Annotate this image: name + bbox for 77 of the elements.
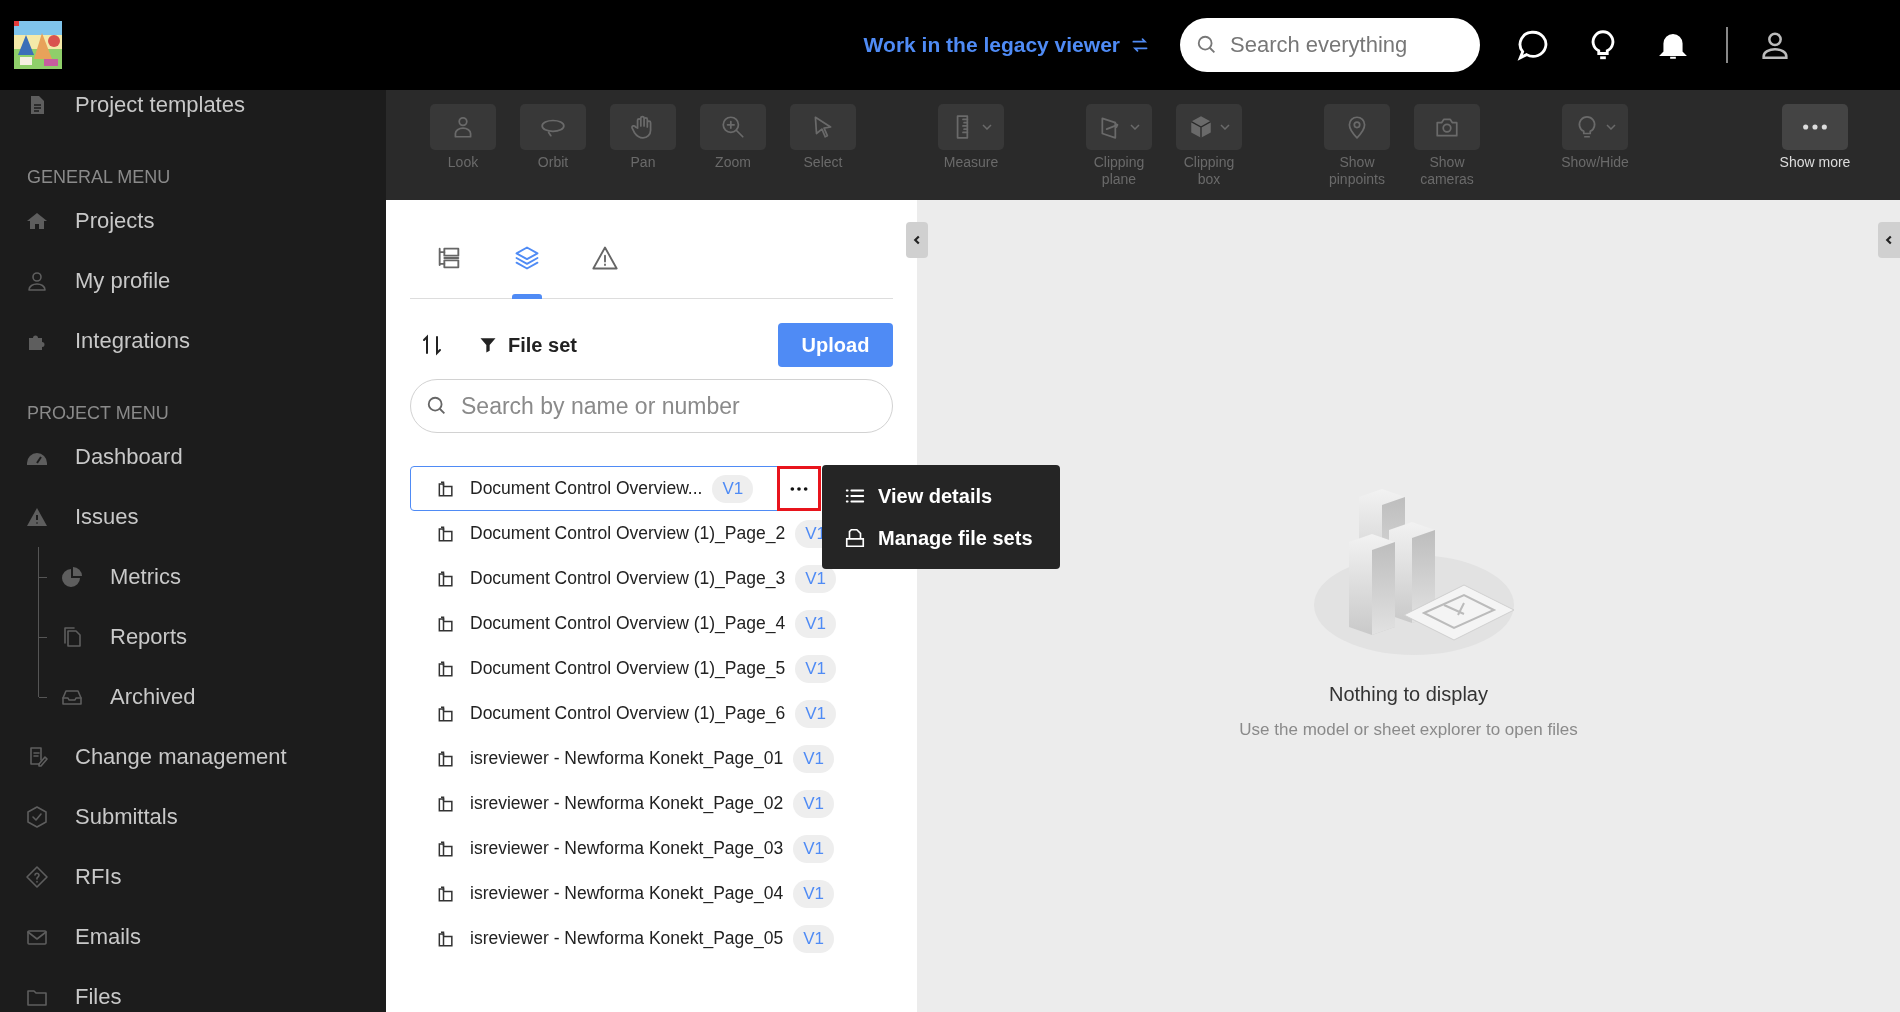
file-name: Document Control Overview (1)_Page_5 (470, 658, 786, 679)
sidebar-item[interactable]: Archived (0, 667, 386, 727)
file-row[interactable]: Document Control Overview... V1 (410, 466, 821, 511)
sidebar-item[interactable]: My profile (0, 251, 386, 311)
file-name: isreviewer - Newforma Konekt_Page_02 (470, 793, 784, 814)
search-icon (1196, 34, 1218, 56)
file-row[interactable]: Document Control Overview (1)_Page_4 V1 (410, 601, 893, 646)
file-row[interactable]: isreviewer - Newforma Konekt_Page_03 V1 (410, 826, 893, 871)
search-icon (426, 395, 448, 417)
file-name: isreviewer - Newforma Konekt_Page_01 (470, 748, 784, 769)
file-name: Document Control Overview (1)_Page_2 (470, 523, 786, 544)
zoom-in-icon (720, 114, 746, 140)
person-icon (25, 269, 49, 293)
file-name: isreviewer - Newforma Konekt_Page_03 (470, 838, 784, 859)
collapse-button[interactable] (1878, 222, 1900, 258)
file-name: Document Control Overview (1)_Page_6 (470, 703, 786, 724)
shield-check-icon (25, 805, 49, 829)
sidebar-item[interactable]: Issues (0, 487, 386, 547)
diamond-question-icon (25, 865, 49, 889)
sort-icon[interactable] (420, 333, 444, 357)
file-row[interactable]: isreviewer - Newforma Konekt_Page_02 V1 (410, 781, 893, 826)
file-name: Document Control Overview (1)_Page_4 (470, 613, 786, 634)
cube-icon (1188, 114, 1214, 140)
caret-icon (1130, 124, 1140, 130)
empty-message: Use the model or sheet explorer to open files (1239, 720, 1578, 740)
sidebar-item[interactable]: RFIs (0, 847, 386, 907)
sidebar-item[interactable]: Submittals (0, 787, 386, 847)
menu-item[interactable]: View details (822, 475, 1060, 517)
sidebar-item[interactable]: Files (0, 967, 386, 1012)
sidebar-item[interactable]: Reports (0, 607, 386, 667)
filter-icon (478, 335, 498, 355)
filter-button[interactable]: File set (472, 332, 583, 358)
menu-heading: GENERAL MENU (26, 166, 172, 189)
empty-title: Nothing to display (1329, 683, 1488, 706)
version-badge: V1 (793, 924, 834, 953)
ellipsis-icon (1801, 122, 1829, 132)
sidebar-item[interactable]: Project templates (0, 90, 386, 135)
file-row[interactable]: isreviewer - Newforma Konekt_Page_04 V1 (410, 871, 893, 916)
legacy-viewer-link[interactable]: Work in the legacy viewer (863, 33, 1150, 57)
version-badge: V1 (712, 474, 754, 503)
chat-icon[interactable] (1516, 28, 1550, 62)
version-badge: V1 (795, 609, 836, 638)
version-badge: V1 (795, 564, 836, 593)
warning-icon (591, 244, 619, 272)
version-badge: V1 (795, 654, 836, 683)
layers-icon (513, 244, 541, 272)
sidebar-item[interactable]: Change management (0, 727, 386, 787)
sidebar-item[interactable]: Emails (0, 907, 386, 967)
caret-icon (982, 124, 992, 130)
search-field[interactable]: Search everything (1180, 18, 1480, 72)
file-row[interactable]: Document Control Overview (1)_Page_6 V1 (410, 691, 893, 736)
swap-icon (1130, 35, 1150, 55)
sidebar-item[interactable]: Dashboard (0, 427, 386, 487)
file-name: isreviewer - Newforma Konekt_Page_05 (470, 928, 784, 949)
ellipsis-icon (789, 484, 809, 493)
more-button[interactable] (777, 466, 821, 511)
sidebar-item[interactable]: Integrations (0, 311, 386, 371)
version-badge: V1 (793, 834, 834, 863)
file-row[interactable]: Document Control Overview (1)_Page_3 V1 (410, 556, 893, 601)
menu-heading: PROJECT MENU (26, 402, 170, 425)
file-name: isreviewer - Newforma Konekt_Page_04 (470, 883, 784, 904)
version-badge: V1 (795, 699, 836, 728)
version-badge: V1 (793, 789, 834, 818)
sidebar-item[interactable]: Projects (0, 191, 386, 251)
pie-chart-icon (60, 565, 84, 589)
version-badge: V1 (793, 744, 834, 773)
sidebar-item[interactable]: Metrics (0, 547, 386, 607)
caret-icon (1220, 124, 1230, 130)
file-row[interactable]: Document Control Overview (1)_Page_5 V1 (410, 646, 893, 691)
version-badge: V1 (793, 879, 834, 908)
file-name: Document Control Overview... (470, 478, 703, 499)
file-row[interactable]: isreviewer - Newforma Konekt_Page_01 V1 (410, 736, 893, 781)
file-row[interactable]: isreviewer - Newforma Konekt_Page_05 V1 (410, 916, 893, 961)
search-field[interactable]: Search by name or number (410, 379, 893, 433)
file-name: Document Control Overview (1)_Page_3 (470, 568, 786, 589)
caret-icon (1606, 124, 1616, 130)
collapse-button[interactable] (906, 222, 928, 258)
